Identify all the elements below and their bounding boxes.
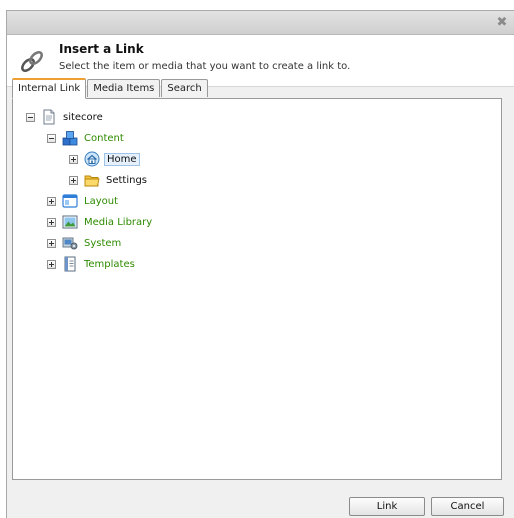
expand-icon[interactable] (69, 154, 78, 164)
expand-icon[interactable] (47, 259, 56, 269)
document-icon (43, 109, 55, 125)
close-icon[interactable]: ✖ (495, 16, 509, 30)
tab-media-items[interactable]: Media Items (87, 79, 161, 97)
tree-node-home: Home (69, 150, 140, 168)
tree-node-settings: Settings (69, 171, 149, 189)
tree-node-layout: Layout (47, 192, 120, 210)
dialog-subtitle: Select the item or media that you want t… (59, 61, 351, 72)
system-gear-icon (62, 237, 78, 250)
expand-icon[interactable] (47, 238, 56, 248)
dialog-titlebar: ✖ (7, 11, 514, 35)
content-cubes-icon (62, 131, 78, 146)
link-button[interactable]: Link (349, 497, 425, 516)
tree-label-content[interactable]: Content (82, 132, 126, 145)
collapse-icon[interactable] (47, 133, 56, 143)
media-image-icon (62, 215, 78, 229)
tree-label-system[interactable]: System (82, 237, 123, 250)
content-tree: sitecore Content Home Settings Layout Me… (12, 98, 502, 480)
tree-label-sitecore[interactable]: sitecore (61, 111, 105, 124)
tree-label-home[interactable]: Home (104, 152, 140, 166)
tree-node-templates: Templates (47, 255, 137, 273)
template-document-icon (64, 256, 76, 272)
tree-node-system: System (47, 234, 123, 252)
link-chain-icon (21, 51, 43, 72)
tree-label-settings[interactable]: Settings (104, 174, 149, 187)
tree-node-content: Content (47, 129, 126, 147)
tab-search[interactable]: Search (161, 79, 208, 97)
folder-icon (84, 175, 100, 187)
dialog-title: Insert a Link (59, 42, 144, 56)
collapse-icon[interactable] (26, 112, 35, 122)
expand-icon[interactable] (69, 175, 78, 185)
tree-label-templates[interactable]: Templates (82, 258, 137, 271)
tree-node-sitecore: sitecore (26, 108, 105, 126)
cancel-button[interactable]: Cancel (431, 497, 504, 516)
link-tabs: Internal Link Media Items Search (12, 78, 209, 99)
layout-window-icon (62, 194, 78, 208)
expand-icon[interactable] (47, 196, 56, 206)
tree-node-media-library: Media Library (47, 213, 154, 231)
tab-internal-link[interactable]: Internal Link (12, 78, 87, 99)
tree-label-layout[interactable]: Layout (82, 195, 120, 208)
tree-label-media-library[interactable]: Media Library (82, 216, 154, 229)
expand-icon[interactable] (47, 217, 56, 227)
home-icon (84, 151, 100, 167)
